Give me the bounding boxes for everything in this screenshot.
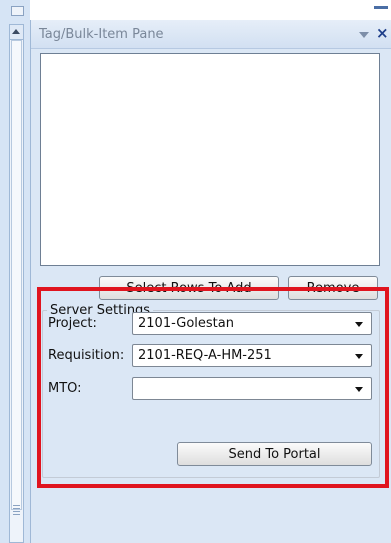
project-label: Project: [48,316,97,331]
send-to-portal-button[interactable]: Send To Portal [177,442,372,466]
vertical-scrollbar[interactable] [9,24,24,543]
chevron-down-icon [355,387,363,392]
requisition-value: 2101-REQ-A-HM-251 [138,348,272,363]
scroll-up-icon[interactable] [10,25,23,40]
project-select[interactable]: 2101-Golestan [132,312,372,335]
project-value: 2101-Golestan [138,316,234,331]
requisition-label: Requisition: [48,348,125,363]
pane-header: Tag/Bulk-Item Pane × [31,20,391,49]
chevron-down-icon [355,354,363,359]
close-icon[interactable]: × [376,25,389,41]
mto-select[interactable] [132,377,372,400]
mto-label: MTO: [48,381,82,396]
scroll-thumb[interactable] [11,40,22,510]
chevron-down-icon[interactable] [359,32,369,38]
dock-grip-icon[interactable] [11,6,24,16]
scroll-grip-icon [13,505,20,515]
item-list-box[interactable] [40,53,380,266]
left-dock-strip [0,0,30,543]
window-edge-mark [374,6,388,9]
tag-bulk-item-pane: Tag/Bulk-Item Pane × Select Rows To Add … [30,20,391,543]
pane-title: Tag/Bulk-Item Pane [39,27,164,42]
requisition-select[interactable]: 2101-REQ-A-HM-251 [132,344,372,367]
chevron-down-icon [355,322,363,327]
